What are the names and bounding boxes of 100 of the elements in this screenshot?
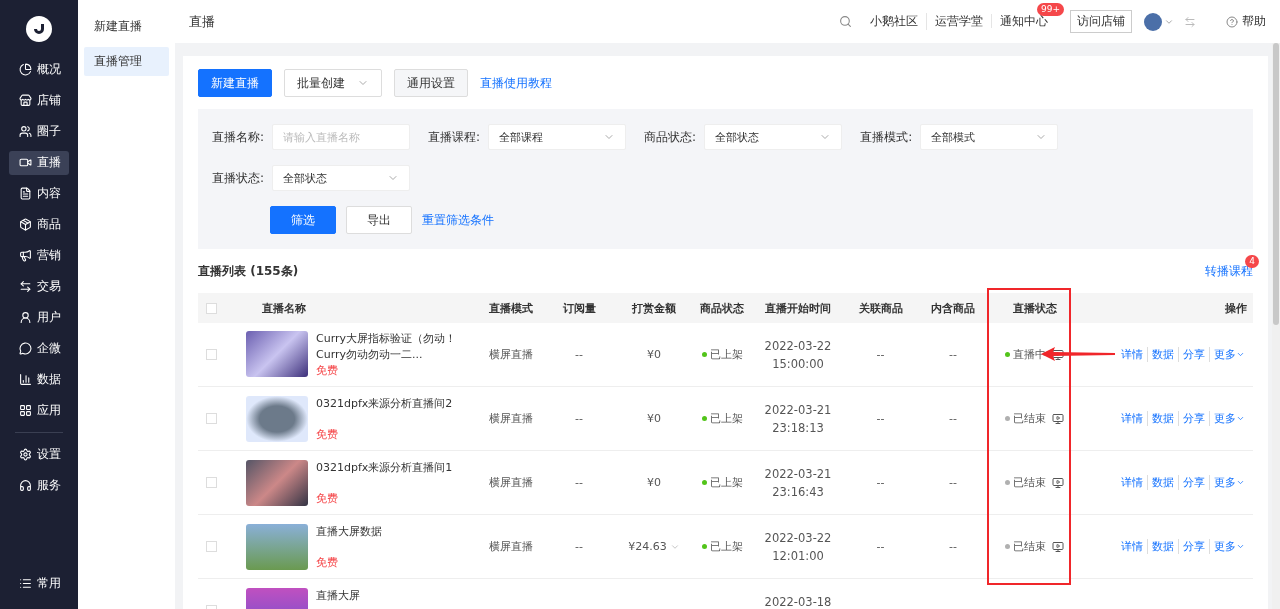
column-header: 关联商品: [857, 300, 904, 316]
sidebar-item[interactable]: 交易: [9, 274, 69, 299]
filter-label: 商品状态:: [644, 128, 697, 146]
page-title: 直播: [189, 12, 216, 31]
column-header: 打赏金额: [631, 300, 677, 316]
action-link[interactable]: 详情: [1117, 539, 1147, 554]
help-link[interactable]: 帮助: [1242, 13, 1266, 30]
table-cell: 已上架: [709, 411, 743, 426]
store-icon: [19, 94, 32, 107]
start-time: 2022-03-22 12:01:00: [764, 529, 832, 565]
action-link[interactable]: 分享: [1178, 475, 1209, 490]
action-link[interactable]: 更多: [1209, 539, 1249, 554]
action-link[interactable]: 详情: [1117, 347, 1147, 362]
logo-icon: [26, 16, 52, 42]
column-header: 直播模式: [488, 300, 534, 316]
filter-button[interactable]: 筛选: [270, 206, 336, 234]
scrollbar[interactable]: [1272, 43, 1280, 609]
table-cell: 横屏直播: [489, 539, 533, 554]
chevron-down-icon: [1236, 350, 1245, 359]
select-all-checkbox[interactable]: [206, 302, 217, 314]
chevron-down-icon: [1236, 478, 1245, 487]
settings-icon: [19, 448, 32, 461]
export-button[interactable]: 导出: [346, 206, 412, 234]
subnav-item[interactable]: 新建直播: [84, 12, 169, 41]
table-cell: 横屏直播: [489, 347, 533, 362]
start-time: 2022-03-21 23:16:43: [764, 465, 832, 501]
new-live-button[interactable]: 新建直播: [198, 69, 272, 97]
column-header: 直播开始时间: [764, 300, 832, 316]
filter-select[interactable]: 全部课程: [488, 124, 627, 150]
action-link[interactable]: 详情: [1117, 475, 1147, 490]
column-header: 订阅量: [561, 300, 597, 316]
header-link[interactable]: 运营学堂: [926, 13, 991, 30]
sidebar-item[interactable]: 圈子: [9, 119, 69, 144]
sidebar-item[interactable]: 商品: [9, 212, 69, 237]
notification-badge: 99+: [1037, 3, 1064, 16]
sidebar-item[interactable]: 店铺: [9, 88, 69, 113]
switch-icon[interactable]: [1184, 15, 1196, 28]
reset-filters-link[interactable]: 重置筛选条件: [422, 211, 494, 229]
sidebar-item[interactable]: 数据: [9, 367, 69, 392]
sidebar-item[interactable]: 应用: [9, 398, 69, 423]
row-checkbox[interactable]: [206, 349, 217, 360]
filter-select[interactable]: 全部状态: [704, 124, 843, 150]
action-link[interactable]: 更多: [1209, 475, 1249, 490]
sidebar-item[interactable]: 常用: [9, 571, 69, 595]
table-cell: 横屏直播: [489, 411, 533, 426]
action-link[interactable]: 更多: [1209, 411, 1249, 426]
general-settings-button[interactable]: 通用设置: [394, 69, 468, 97]
filter-label: 直播课程:: [428, 128, 481, 146]
visit-store-button[interactable]: 访问店铺: [1070, 10, 1132, 33]
action-link[interactable]: 数据: [1147, 475, 1178, 490]
table-cell: --: [876, 412, 885, 425]
screen-icon[interactable]: [1052, 412, 1064, 425]
action-link[interactable]: 数据: [1147, 347, 1178, 362]
sidebar-item[interactable]: 服务: [9, 473, 69, 498]
column-header: 内含商品: [930, 300, 976, 316]
sidebar-item[interactable]: 概况: [9, 57, 69, 82]
pie-chart-icon: [19, 63, 32, 76]
sidebar-item[interactable]: 内容: [9, 181, 69, 206]
table-cell: --: [949, 412, 957, 425]
live-name: 0321dpfx来源分析直播间1: [316, 459, 454, 476]
table-cell: 已结束: [1013, 539, 1046, 554]
header-link[interactable]: 小鹅社区: [862, 13, 926, 30]
tutorial-link[interactable]: 直播使用教程: [480, 74, 552, 92]
filter-select[interactable]: 全部状态: [272, 165, 411, 191]
chevron-down-icon: [1236, 542, 1245, 551]
user-icon: [19, 311, 32, 324]
table-cell: 已结束: [1013, 475, 1046, 490]
photo-placeholder: [246, 395, 308, 442]
start-time: 2022-03-21 23:18:13: [764, 401, 832, 437]
sidebar-item[interactable]: 用户: [9, 305, 69, 330]
action-link[interactable]: 更多: [1209, 347, 1249, 362]
action-link[interactable]: 分享: [1178, 539, 1209, 554]
batch-create-dropdown[interactable]: 批量创建: [284, 69, 382, 97]
action-link[interactable]: 分享: [1178, 347, 1209, 362]
filter-label: 直播状态:: [212, 169, 265, 187]
bar-chart-icon: [19, 373, 32, 386]
price-label: 免费: [316, 363, 339, 378]
screen-icon[interactable]: [1052, 476, 1064, 489]
action-link[interactable]: 详情: [1117, 411, 1147, 426]
filter-select[interactable]: 全部模式: [920, 124, 1059, 150]
screen-icon[interactable]: [1052, 540, 1064, 553]
row-checkbox[interactable]: [206, 413, 217, 424]
subnav-item[interactable]: 直播管理: [84, 47, 169, 76]
row-checkbox[interactable]: [206, 541, 217, 552]
row-checkbox[interactable]: [206, 477, 217, 488]
price-label: 免费: [316, 426, 339, 442]
users-icon: [19, 125, 32, 138]
chevron-down-icon: [1236, 414, 1245, 423]
headset-icon: [19, 479, 32, 492]
action-link[interactable]: 数据: [1147, 411, 1178, 426]
search-icon[interactable]: [839, 15, 852, 28]
video-camera-icon: [19, 156, 32, 169]
sidebar-item[interactable]: 营销: [9, 243, 69, 268]
action-link[interactable]: 数据: [1147, 539, 1178, 554]
avatar[interactable]: [1144, 12, 1162, 31]
sidebar-item[interactable]: 企微: [9, 336, 69, 361]
sidebar-item[interactable]: 直播: [9, 150, 69, 175]
start-time: 2022-03-22 15:00:00: [764, 337, 832, 373]
sidebar-item[interactable]: 设置: [9, 442, 69, 467]
action-link[interactable]: 分享: [1178, 411, 1209, 426]
